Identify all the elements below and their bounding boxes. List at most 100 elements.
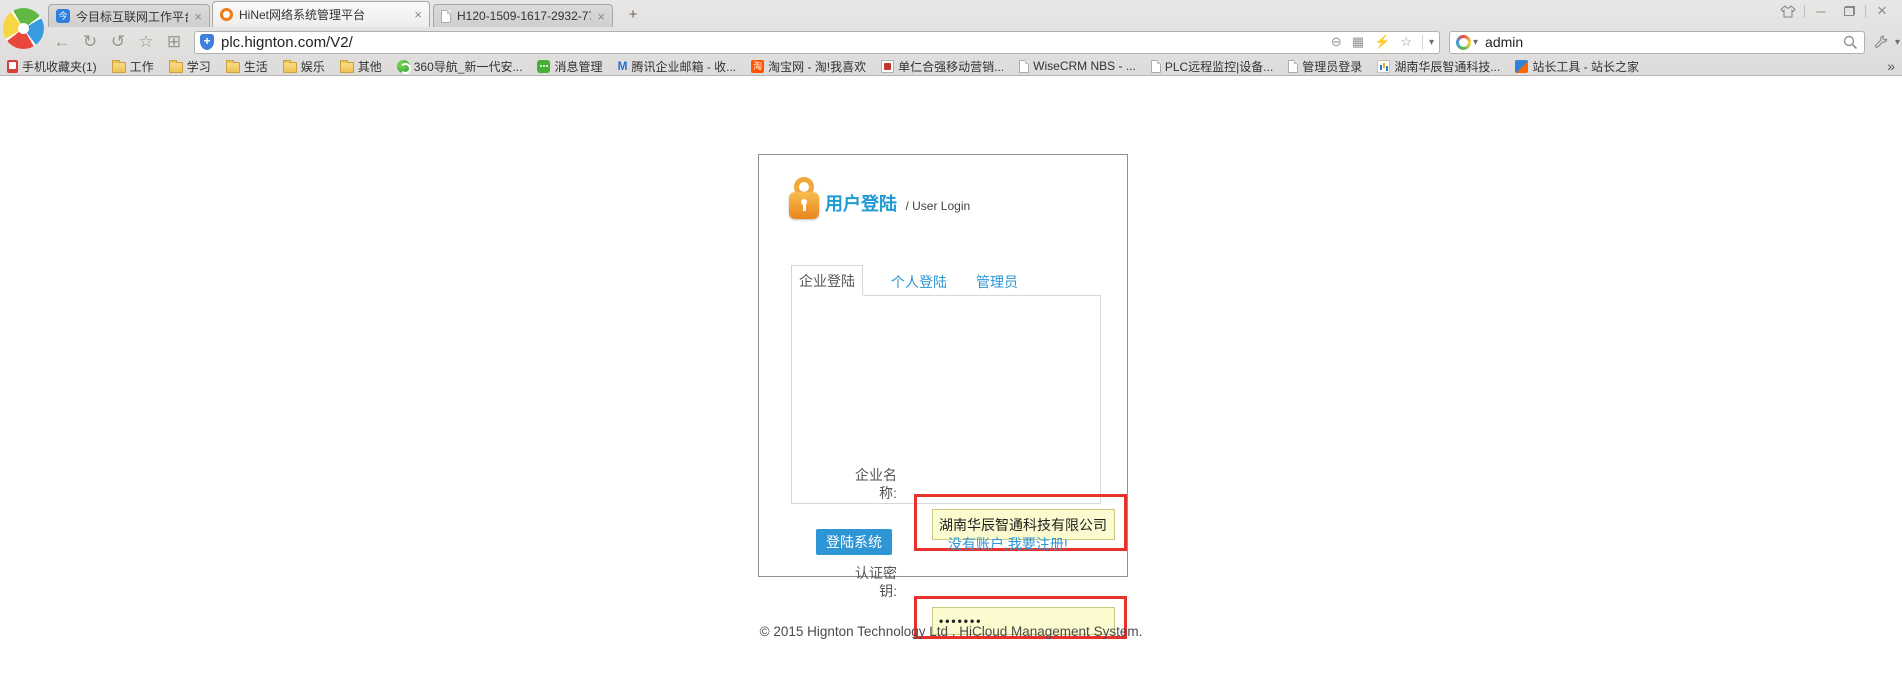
bookmark-phone-favorites[interactable]: 手机收藏夹(1) xyxy=(7,58,97,75)
bookmark-huachen-tech[interactable]: 湖南华辰智通科技... xyxy=(1377,58,1500,75)
folder-icon xyxy=(169,62,183,73)
search-box[interactable]: ▾ xyxy=(1449,31,1865,54)
page-content: 用户登陆 / User Login 企业登陆 个人登陆 管理员 企业名称: 认证… xyxy=(0,76,1902,677)
close-tab-icon[interactable]: × xyxy=(414,7,422,22)
restore-button[interactable] xyxy=(1835,2,1863,20)
taobao-icon: 淘 xyxy=(751,60,764,73)
bookmarks-overflow-chevron[interactable]: » xyxy=(1887,58,1895,74)
bookmark-star-icon[interactable]: ☆ xyxy=(1400,34,1412,50)
tab-administrator[interactable]: 管理员 xyxy=(976,272,1018,292)
bookmark-chinaz[interactable]: 站长工具 - 站长之家 xyxy=(1515,58,1639,75)
page-favicon-icon xyxy=(441,10,451,23)
divider xyxy=(1804,5,1805,18)
search-engine-dropdown-icon[interactable]: ▾ xyxy=(1473,37,1478,48)
bookmark-message-mgmt[interactable]: 消息管理 xyxy=(537,58,602,75)
bar-chart-icon xyxy=(1377,60,1390,73)
bookmark-folder-life[interactable]: 生活 xyxy=(226,58,268,75)
refresh-button[interactable]: ↻ xyxy=(76,31,104,53)
tab-h120[interactable]: H120-1509-1617-2932-77 × xyxy=(433,4,613,27)
undo-button[interactable]: ↺ xyxy=(104,31,132,53)
url-dropdown-icon[interactable]: ▾ xyxy=(1429,37,1434,48)
restore-icon xyxy=(1844,6,1855,16)
bookmark-label: 手机收藏夹(1) xyxy=(22,58,97,75)
search-engine-logo-icon[interactable] xyxy=(1456,35,1471,50)
bookmark-wisecrm[interactable]: WiseCRM NBS - ... xyxy=(1019,59,1136,73)
tab-hinet-active[interactable]: HiNet网络系统管理平台 × xyxy=(212,1,430,27)
bookmark-folder-study[interactable]: 学习 xyxy=(169,58,211,75)
bookmark-label: 360导航_新一代安... xyxy=(414,58,523,75)
tab-label: 今目标互联网工作平台 xyxy=(76,8,188,25)
bookmark-label: 工作 xyxy=(130,58,154,75)
page-icon xyxy=(1019,60,1029,73)
page-title: 用户登陆 / User Login xyxy=(825,190,970,216)
qr-code-icon[interactable]: ▦ xyxy=(1352,34,1364,50)
bookmark-taobao[interactable]: 淘淘宝网 - 淘!我喜欢 xyxy=(751,58,866,75)
bookmark-label: 消息管理 xyxy=(554,58,602,75)
tools-wrench-button[interactable]: ▾ xyxy=(1874,35,1900,50)
site-shield-icon[interactable] xyxy=(200,34,214,50)
address-bar[interactable]: ⊖ ▦ ⚡ ☆ ▾ xyxy=(194,31,1440,54)
apps-grid-button[interactable]: ⊞ xyxy=(160,31,188,53)
stamp-icon xyxy=(881,60,894,73)
message-icon xyxy=(537,60,550,73)
search-input[interactable] xyxy=(1485,34,1843,50)
chinaz-icon xyxy=(1515,60,1528,73)
bookmark-plc-monitor[interactable]: PLC远程监控|设备... xyxy=(1151,58,1273,75)
close-tab-icon[interactable]: × xyxy=(597,9,605,24)
zoom-level-icon[interactable]: ⊖ xyxy=(1331,34,1342,50)
login-panel: 用户登陆 / User Login 企业登陆 个人登陆 管理员 企业名称: 认证… xyxy=(758,154,1128,577)
bookmark-label: 淘宝网 - 淘!我喜欢 xyxy=(768,58,866,75)
bookmark-shanren-marketing[interactable]: 单仁合强移动营销... xyxy=(881,58,1004,75)
bookmark-tencent-mail[interactable]: M 腾讯企业邮箱 - 收... xyxy=(617,58,736,75)
page-icon xyxy=(1288,60,1298,73)
bookmark-label: WiseCRM NBS - ... xyxy=(1033,59,1136,73)
back-button[interactable]: ← xyxy=(48,31,76,53)
title-english: / User Login xyxy=(905,199,970,213)
bookmark-label: 湖南华辰智通科技... xyxy=(1394,58,1500,75)
jin-favicon-icon: 今 xyxy=(56,9,70,23)
bookmark-label: 其他 xyxy=(358,58,382,75)
shirt-icon xyxy=(1780,5,1796,18)
bookmark-folder-other[interactable]: 其他 xyxy=(340,58,382,75)
browser-logo-icon[interactable] xyxy=(3,8,44,49)
bookmark-label: 腾讯企业邮箱 - 收... xyxy=(631,58,736,75)
close-tab-icon[interactable]: × xyxy=(194,9,202,24)
theme-skin-button[interactable] xyxy=(1774,2,1802,20)
lock-keyhole xyxy=(801,199,807,205)
register-link[interactable]: 没有账户,我要注册! xyxy=(948,534,1068,554)
tools-dropdown-icon[interactable]: ▾ xyxy=(1895,37,1900,48)
folder-icon xyxy=(340,62,354,73)
login-form-box: 企业名称: 认证密钥: xyxy=(791,295,1101,504)
bookmark-admin-login[interactable]: 管理员登录 xyxy=(1288,58,1362,75)
bookmark-label: 站长工具 - 站长之家 xyxy=(1532,58,1639,75)
mail-m-icon: M xyxy=(617,60,627,73)
tab-enterprise-login[interactable]: 企业登陆 xyxy=(791,265,863,296)
lock-icon xyxy=(789,177,819,219)
tab-personal-login[interactable]: 个人登陆 xyxy=(891,272,947,292)
green-circle-icon xyxy=(397,60,410,73)
folder-icon xyxy=(283,62,297,73)
folder-icon xyxy=(112,62,126,73)
bookmark-label: 生活 xyxy=(244,58,268,75)
tab-jinmubiao[interactable]: 今 今目标互联网工作平台 × xyxy=(48,4,210,27)
bookmark-folder-work[interactable]: 工作 xyxy=(112,58,154,75)
divider xyxy=(1422,35,1423,50)
company-name-label: 企业名称: xyxy=(847,466,897,502)
bookmark-label: 娱乐 xyxy=(301,58,325,75)
search-magnifier-icon[interactable] xyxy=(1843,35,1858,50)
close-window-button[interactable]: × xyxy=(1868,2,1896,20)
favorites-star-button[interactable]: ☆ xyxy=(132,31,160,53)
bookmark-label: 单仁合强移动营销... xyxy=(898,58,1004,75)
tab-label: HiNet网络系统管理平台 xyxy=(239,6,408,23)
bookmark-360-nav[interactable]: 360导航_新一代安... xyxy=(397,58,523,75)
login-button[interactable]: 登陆系统 xyxy=(816,529,892,555)
phone-icon xyxy=(7,60,18,73)
new-tab-button[interactable]: + xyxy=(620,5,646,25)
speed-lightning-icon[interactable]: ⚡ xyxy=(1374,34,1390,50)
minimize-button[interactable]: ─ xyxy=(1807,2,1835,20)
browser-window: 今 今目标互联网工作平台 × HiNet网络系统管理平台 × H120-1509… xyxy=(0,0,1902,678)
bookmark-label: 学习 xyxy=(187,58,211,75)
url-input[interactable] xyxy=(221,34,1321,51)
bookmark-folder-entertainment[interactable]: 娱乐 xyxy=(283,58,325,75)
bookmark-label: PLC远程监控|设备... xyxy=(1165,58,1273,75)
